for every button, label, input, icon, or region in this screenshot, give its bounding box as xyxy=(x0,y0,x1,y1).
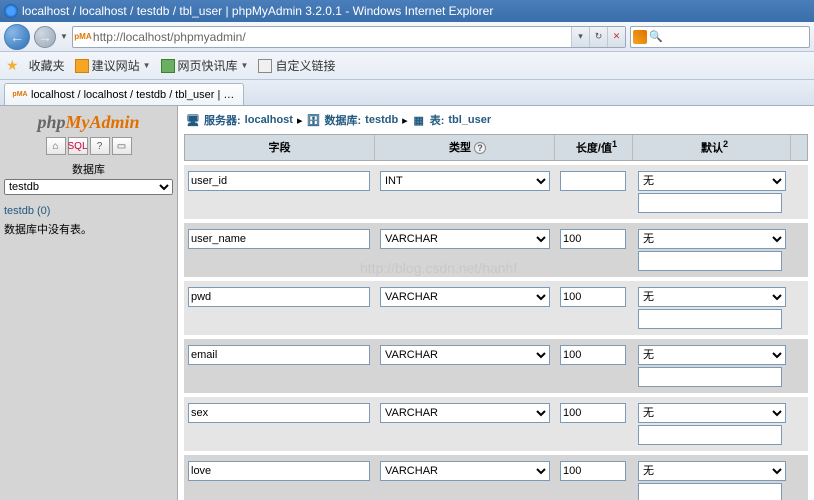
empty-db-note: 数据库中没有表。 xyxy=(4,221,173,237)
content: 🖥 服务器: localhost ▸ 🗄 数据库: testdb ▸ ▦ 表: … xyxy=(178,106,814,500)
webslice-icon xyxy=(161,59,175,73)
pma-favicon-icon: pMA xyxy=(75,29,91,45)
field-type-select[interactable]: VARCHAR xyxy=(380,403,550,423)
suggested-sites[interactable]: 建议网站 ▼ xyxy=(75,57,151,74)
address-dropdown[interactable]: ▾ xyxy=(571,27,589,47)
favorites-bar: ★ 收藏夹 建议网站 ▼ 网页快讯库 ▼ 自定义链接 xyxy=(0,52,814,80)
field-type-select[interactable]: VARCHAR xyxy=(380,287,550,307)
field-name-input[interactable] xyxy=(188,461,370,481)
field-name-input[interactable] xyxy=(188,287,370,307)
field-name-input[interactable] xyxy=(188,229,370,249)
hdr-def: 默认2 xyxy=(639,135,791,160)
favorites-label: 收藏夹 xyxy=(29,57,65,74)
crumb-server[interactable]: localhost xyxy=(245,114,293,126)
phpmyadmin-logo: phpMyAdmin xyxy=(4,112,173,133)
home-icon[interactable]: ⌂ xyxy=(46,137,66,155)
hdr-type: 类型 ? xyxy=(381,135,555,160)
field-length-input[interactable] xyxy=(560,461,626,481)
back-button[interactable]: ← xyxy=(4,24,30,50)
field-name-input[interactable] xyxy=(188,345,370,365)
field-type-select[interactable]: INT xyxy=(380,171,550,191)
search-box[interactable]: 🔍 xyxy=(630,26,810,48)
field-default-input[interactable] xyxy=(638,309,782,329)
db-link[interactable]: testdb (0) xyxy=(4,205,50,217)
field-length-input[interactable] xyxy=(560,171,626,191)
field-default-select[interactable]: 无 xyxy=(638,287,786,307)
docs-icon[interactable]: ? xyxy=(90,137,110,155)
ie-toolbar: ← → ▼ pMA ▾ ↻ ✕ 🔍 xyxy=(0,22,814,52)
stop-button[interactable]: ✕ xyxy=(607,27,625,47)
web-slice[interactable]: 网页快讯库 ▼ xyxy=(161,57,249,74)
query-icon[interactable]: ▭ xyxy=(112,137,132,155)
forward-button[interactable]: → xyxy=(34,26,56,48)
hdr-len: 长度/值1 xyxy=(561,135,633,160)
field-default-input[interactable] xyxy=(638,483,782,500)
nav-dropdown-icon[interactable]: ▼ xyxy=(60,32,68,41)
browser-tab[interactable]: pMA localhost / localhost / testdb / tbl… xyxy=(4,83,244,105)
pma-favicon-icon: pMA xyxy=(13,88,27,102)
crumb-db[interactable]: testdb xyxy=(365,114,398,126)
field-name-input[interactable] xyxy=(188,171,370,191)
database-icon: 🗄 xyxy=(307,113,321,127)
breadcrumb: 🖥 服务器: localhost ▸ 🗄 数据库: testdb ▸ ▦ 表: … xyxy=(178,106,814,134)
page-icon xyxy=(258,59,272,73)
ie-favicon xyxy=(4,4,18,18)
window-titlebar: localhost / localhost / testdb / tbl_use… xyxy=(0,0,814,22)
favorites-star-icon[interactable]: ★ xyxy=(6,57,19,74)
field-default-select[interactable]: 无 xyxy=(638,345,786,365)
field-row: VARCHAR 无 xyxy=(184,397,808,451)
field-row: VARCHAR 无 xyxy=(184,223,808,277)
database-select[interactable]: testdb xyxy=(4,179,173,195)
column-headers: 字段 类型 ? 长度/值1 默认2 xyxy=(184,134,808,161)
db-label: 数据库 xyxy=(4,161,173,177)
hdr-name: 字段 xyxy=(185,135,375,160)
field-row: VARCHAR 无 xyxy=(184,455,808,500)
field-length-input[interactable] xyxy=(560,287,626,307)
server-icon: 🖥 xyxy=(186,113,200,127)
field-type-select[interactable]: VARCHAR xyxy=(380,345,550,365)
field-length-input[interactable] xyxy=(560,403,626,423)
field-row: VARCHAR 无 xyxy=(184,339,808,393)
field-default-select[interactable]: 无 xyxy=(638,403,786,423)
table-icon: ▦ xyxy=(412,113,426,127)
tab-title: localhost / localhost / testdb / tbl_use… xyxy=(31,89,235,101)
sidebar: phpMyAdmin ⌂ SQL ? ▭ 数据库 testdb testdb (… xyxy=(0,106,178,500)
chevron-down-icon: ▼ xyxy=(241,61,249,70)
field-row: VARCHAR 无 xyxy=(184,281,808,335)
bing-icon xyxy=(633,30,647,44)
field-default-select[interactable]: 无 xyxy=(638,171,786,191)
refresh-button[interactable]: ↻ xyxy=(589,27,607,47)
field-length-input[interactable] xyxy=(560,229,626,249)
field-length-input[interactable] xyxy=(560,345,626,365)
field-type-select[interactable]: VARCHAR xyxy=(380,461,550,481)
field-default-select[interactable]: 无 xyxy=(638,461,786,481)
sql-icon[interactable]: SQL xyxy=(68,137,88,155)
field-name-input[interactable] xyxy=(188,403,370,423)
field-default-input[interactable] xyxy=(638,193,782,213)
search-icon[interactable]: 🔍 xyxy=(647,30,665,43)
address-bar[interactable]: pMA ▾ ↻ ✕ xyxy=(72,26,626,48)
crumb-table[interactable]: tbl_user xyxy=(448,114,491,126)
address-input[interactable] xyxy=(93,30,571,44)
field-default-select[interactable]: 无 xyxy=(638,229,786,249)
field-default-input[interactable] xyxy=(638,367,782,387)
field-row: INT 无 xyxy=(184,165,808,219)
tab-bar: pMA localhost / localhost / testdb / tbl… xyxy=(0,80,814,106)
custom-link[interactable]: 自定义链接 xyxy=(258,57,335,74)
chevron-down-icon: ▼ xyxy=(143,61,151,70)
field-default-input[interactable] xyxy=(638,251,782,271)
suggested-icon xyxy=(75,59,89,73)
window-title: localhost / localhost / testdb / tbl_use… xyxy=(22,4,493,18)
field-default-input[interactable] xyxy=(638,425,782,445)
field-type-select[interactable]: VARCHAR xyxy=(380,229,550,249)
help-icon[interactable]: ? xyxy=(474,142,486,154)
